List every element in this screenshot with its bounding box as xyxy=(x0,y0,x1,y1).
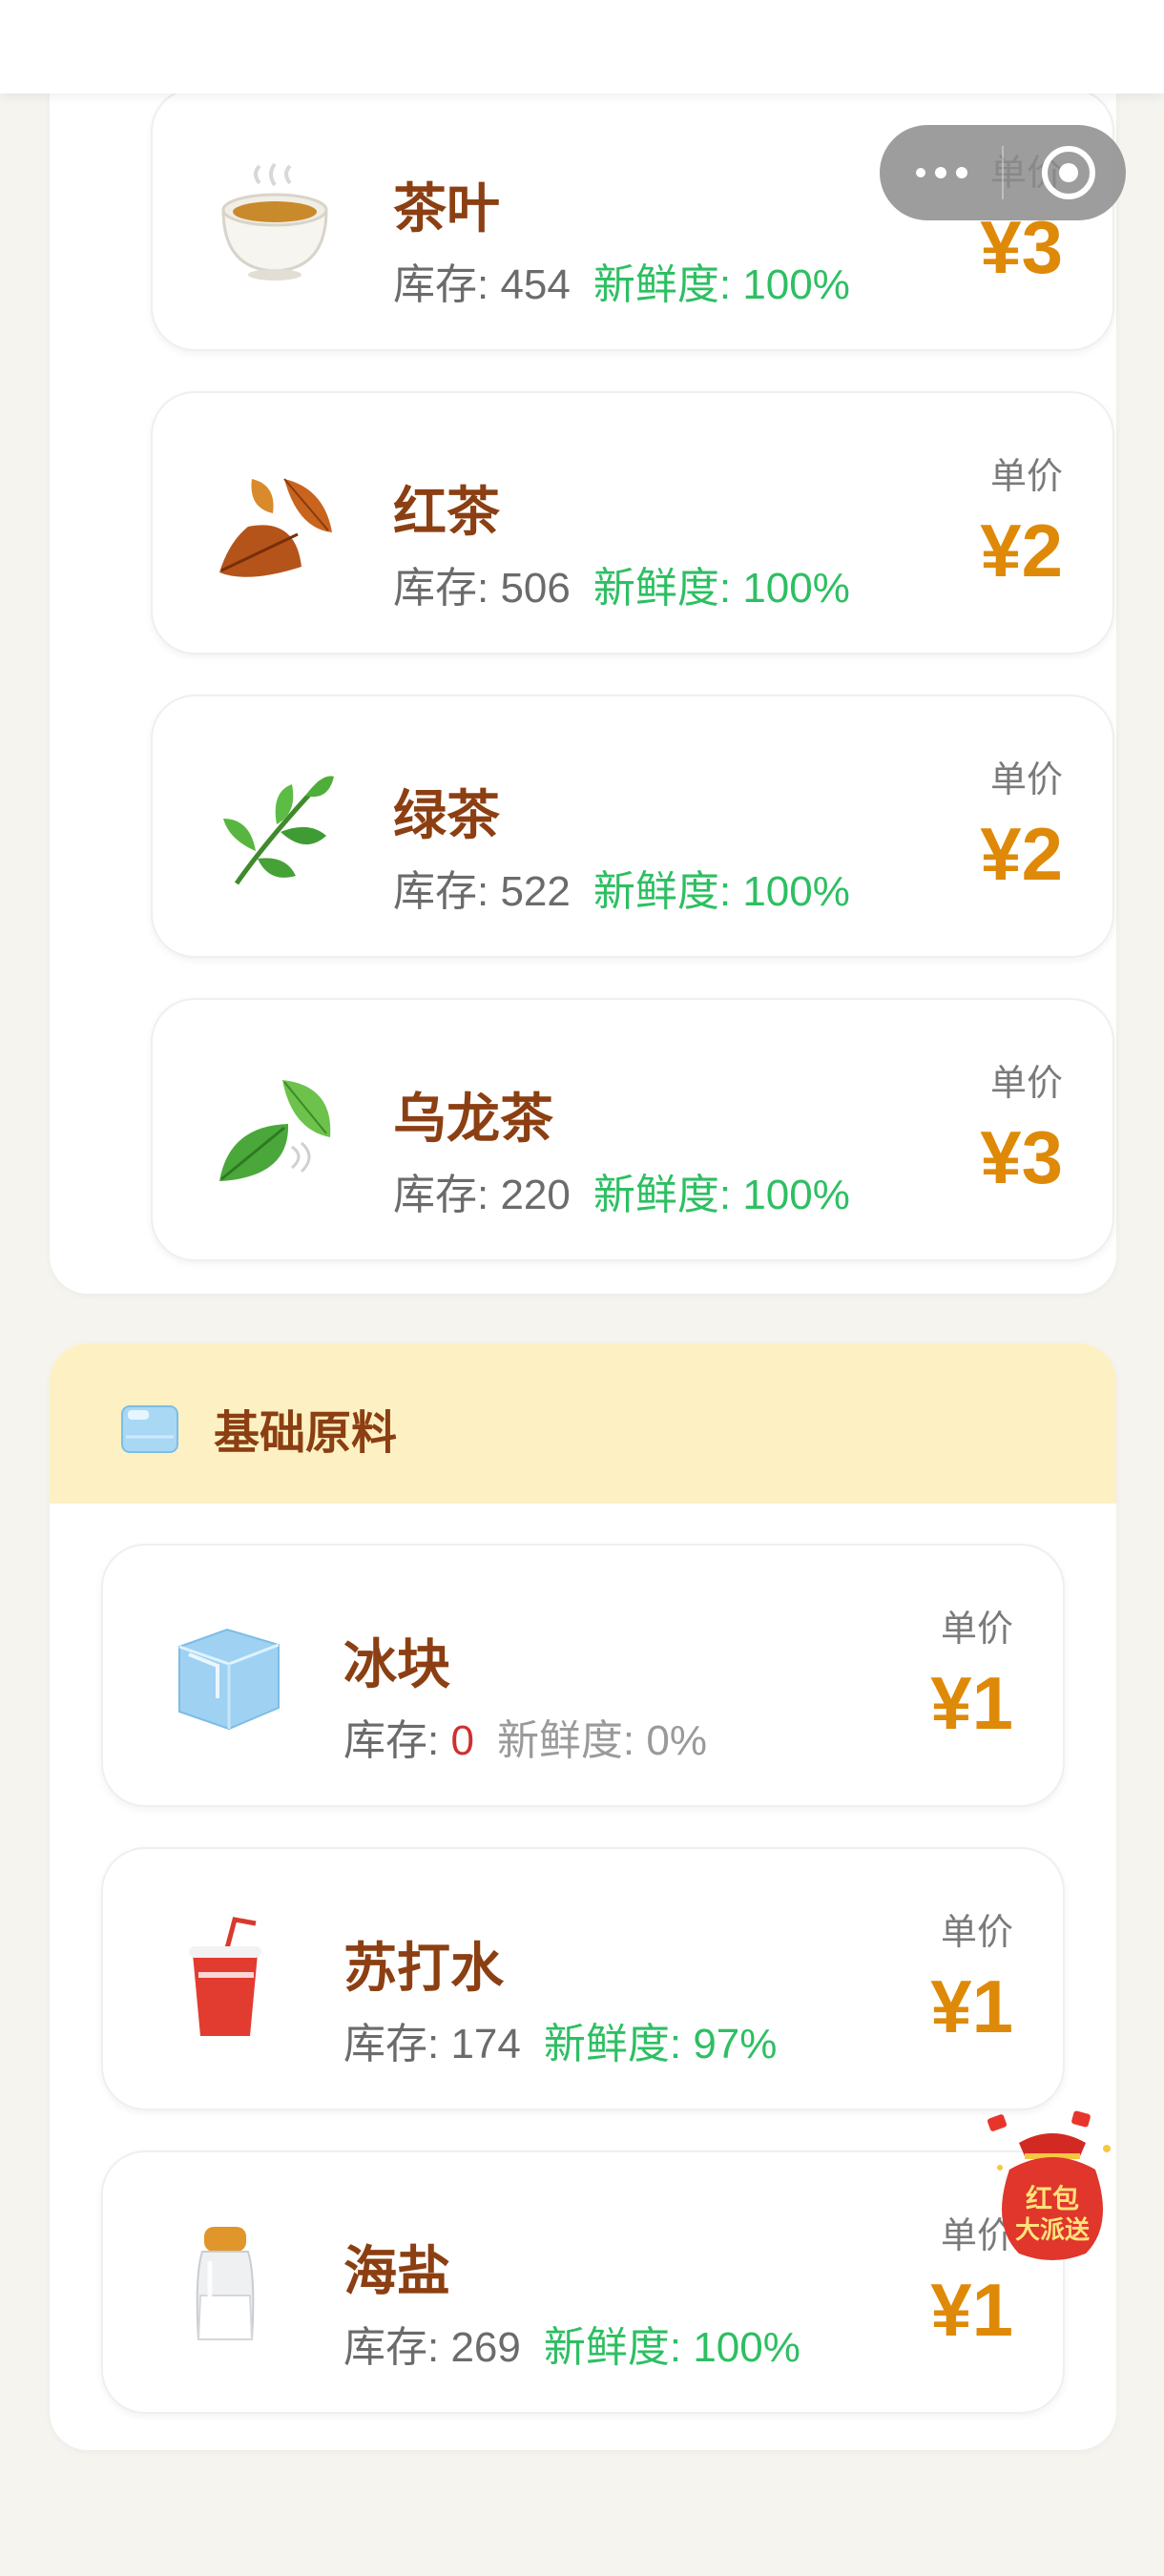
freshness: 新鲜度: 100% xyxy=(593,1172,850,1218)
price-label: 单价 xyxy=(989,760,1063,800)
ingredient-info: 库存: 220 新鲜度: 100% xyxy=(393,1160,850,1221)
more-dots-icon[interactable] xyxy=(880,125,1002,220)
freshness-label: 新鲜度: xyxy=(496,1717,647,1764)
ingredient-name: 红茶 xyxy=(393,482,500,542)
stock-value: 454 xyxy=(500,261,571,308)
stock-label: 库存: xyxy=(343,2021,451,2067)
section-header[interactable]: 基础原料 xyxy=(50,1343,1116,1504)
ingredient-card-ice[interactable]: 冰块 库存: 0 新鲜度: 0% 单价 ¥1 xyxy=(101,1544,1065,1807)
freshness: 新鲜度: 100% xyxy=(593,565,850,612)
freshness: 新鲜度: 100% xyxy=(593,868,850,915)
price-value: ¥3 xyxy=(980,1115,1063,1199)
badge-line-2: 大派送 xyxy=(1015,2216,1090,2245)
ingredient-info: 库存: 506 新鲜度: 100% xyxy=(393,553,850,614)
freshness-label: 新鲜度: xyxy=(592,1172,743,1218)
stock-value: 174 xyxy=(450,2021,521,2067)
stock-value: 220 xyxy=(500,1172,571,1218)
stock-label: 库存: xyxy=(393,1172,501,1218)
price-label: 单价 xyxy=(940,1610,1013,1650)
freshness-value: 100% xyxy=(742,1172,850,1218)
ingredient-info: 库存: 174 新鲜度: 97% xyxy=(343,2009,777,2070)
stock-value: 269 xyxy=(450,2324,521,2371)
ingredient-card-green-tea[interactable]: 绿茶 库存: 522 新鲜度: 100% 单价 ¥2 xyxy=(151,695,1114,958)
stock-value: 0 xyxy=(450,1717,474,1764)
ingredient-info: 库存: 454 新鲜度: 100% xyxy=(393,250,850,311)
ingredient-card-oolong[interactable]: 乌龙茶 库存: 220 新鲜度: 100% 单价 ¥3 xyxy=(151,998,1114,1261)
price-value: ¥1 xyxy=(930,2268,1013,2352)
section-title: 基础原料 xyxy=(214,1408,398,1459)
freshness-label: 新鲜度: xyxy=(543,2021,694,2067)
price-label: 单价 xyxy=(989,1064,1063,1104)
price-value: ¥1 xyxy=(930,1964,1013,2048)
stock-label: 库存: xyxy=(343,2324,451,2371)
ingredient-info: 库存: 0 新鲜度: 0% xyxy=(343,1706,707,1767)
freshness-label: 新鲜度: xyxy=(543,2324,694,2371)
stock-value: 506 xyxy=(500,565,571,612)
price-value: ¥2 xyxy=(980,812,1063,896)
tea-cup-icon xyxy=(221,162,328,280)
ingredient-card-sea-salt[interactable]: 海盐 库存: 269 新鲜度: 100% 单价 ¥1 xyxy=(101,2150,1065,2414)
price-value: ¥1 xyxy=(930,1661,1013,1745)
freshness-value: 100% xyxy=(742,261,850,308)
top-bar xyxy=(0,0,1164,93)
freshness: 新鲜度: 0% xyxy=(497,1717,707,1764)
ingredient-info: 库存: 269 新鲜度: 100% xyxy=(343,2313,800,2374)
freshness: 新鲜度: 97% xyxy=(544,2021,778,2067)
freshness-label: 新鲜度: xyxy=(592,261,743,308)
freshness-value: 100% xyxy=(742,565,850,612)
stock-label: 库存: xyxy=(393,868,501,915)
fallen-leaves-icon xyxy=(219,478,332,577)
tea-section: 茶叶 库存: 454 新鲜度: 100% 单价 ¥3 红茶 库存: 506 新鲜度:… xyxy=(50,57,1116,1294)
ingredient-card-soda[interactable]: 苏打水 库存: 174 新鲜度: 97% 单价 ¥1 xyxy=(101,1847,1065,2110)
freshness-label: 新鲜度: xyxy=(592,565,743,612)
salt-shaker-icon xyxy=(196,2227,255,2340)
freshness-value: 97% xyxy=(693,2021,778,2067)
herb-icon xyxy=(223,776,334,885)
badge-line-1: 红包 xyxy=(1026,2183,1079,2214)
price-value: ¥2 xyxy=(980,509,1063,592)
freshness-value: 0% xyxy=(646,1717,707,1764)
soda-cup-icon xyxy=(189,1917,261,2036)
stock-label: 库存: xyxy=(393,565,501,612)
ingredient-card-black-tea[interactable]: 红茶 库存: 506 新鲜度: 100% 单价 ¥2 xyxy=(151,391,1114,654)
freshness-value: 100% xyxy=(742,868,850,915)
ingredient-name: 绿茶 xyxy=(393,785,500,845)
stock-label: 库存: xyxy=(343,1717,451,1764)
ingredient-info: 库存: 522 新鲜度: 100% xyxy=(393,857,850,918)
ingredient-name: 冰块 xyxy=(343,1634,450,1694)
ice-cube-icon xyxy=(178,1628,280,1731)
stock-value: 522 xyxy=(500,868,571,915)
ice-cube-icon xyxy=(121,1405,178,1453)
freshness: 新鲜度: 100% xyxy=(544,2324,800,2371)
red-envelope-bag-icon[interactable]: 红包 大派送 xyxy=(981,2110,1124,2269)
price-label: 单价 xyxy=(989,457,1063,497)
freshness-label: 新鲜度: xyxy=(592,868,743,915)
ingredient-name: 乌龙茶 xyxy=(393,1089,553,1149)
ingredient-name: 茶叶 xyxy=(393,178,500,239)
stock-label: 库存: xyxy=(393,261,501,308)
ingredient-name: 苏打水 xyxy=(343,1938,504,1998)
leaf-wind-icon xyxy=(219,1080,331,1181)
ingredient-name: 海盐 xyxy=(343,2241,450,2301)
freshness: 新鲜度: 100% xyxy=(593,261,850,308)
mini-program-capsule[interactable] xyxy=(880,125,1126,220)
price-label: 单价 xyxy=(940,1913,1013,1953)
freshness-value: 100% xyxy=(693,2324,800,2371)
target-icon[interactable] xyxy=(1004,125,1126,220)
base-ingredients-section: 基础原料 冰块 库存: 0 新鲜度: 0% 单价 ¥1 苏打水 库存: 174 新鲜… xyxy=(50,1343,1116,2450)
